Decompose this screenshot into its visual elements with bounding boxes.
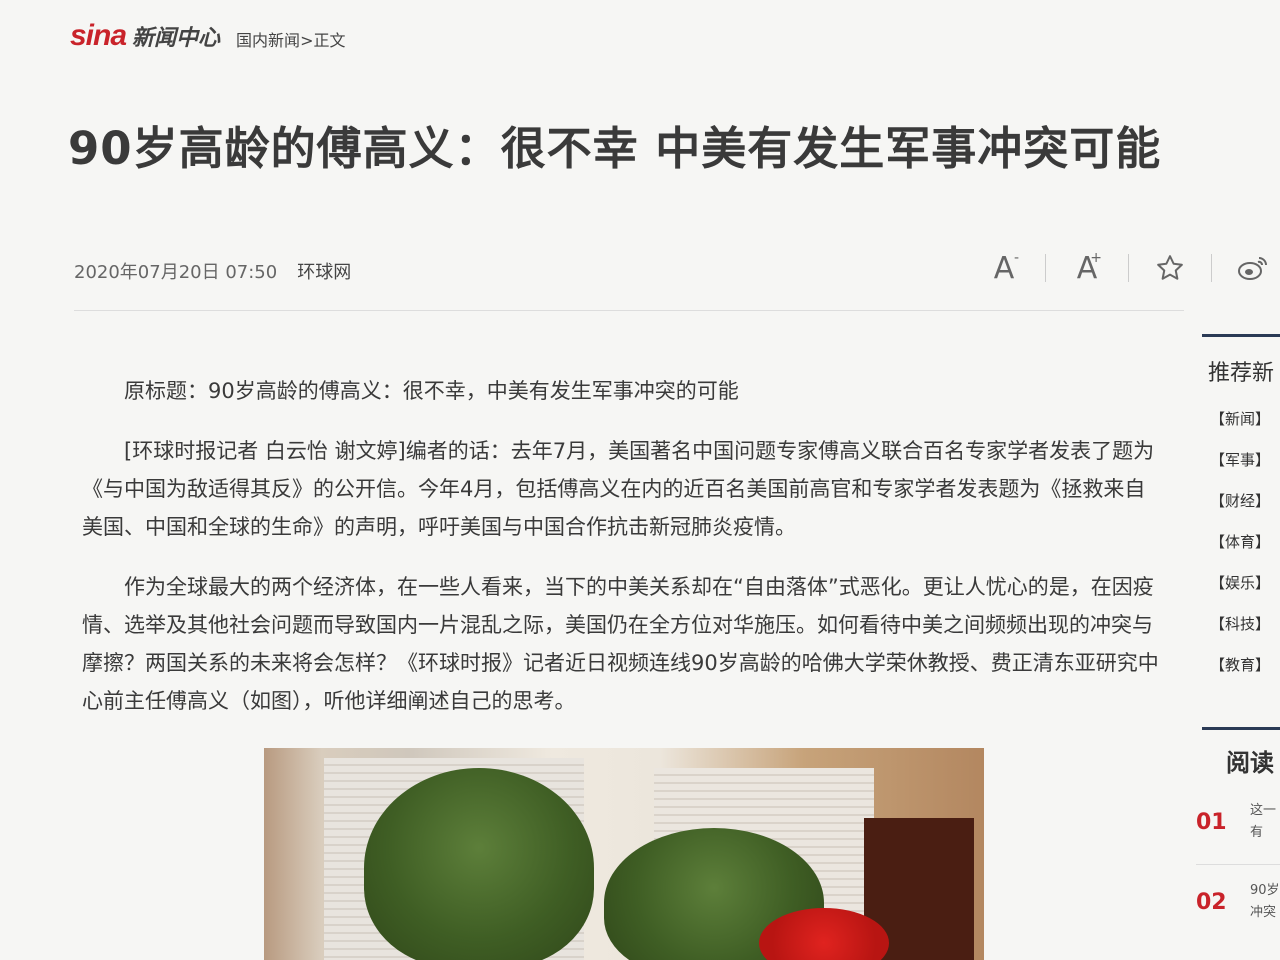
breadcrumb-separator: > [300,31,314,50]
article-body: 原标题：90岁高龄的傅高义：很不幸，中美有发生军事冲突的可能 [环球时报记者 白… [82,372,1162,742]
font-decrease-button[interactable]: A- [985,248,1023,288]
rank-item-line: 有 [1250,825,1264,840]
toolbar-divider [1128,254,1129,282]
rank-item-line: 这一 [1250,803,1277,818]
category-education[interactable]: 【教育】 [1210,645,1280,686]
category-tech[interactable]: 【科技】 [1210,604,1280,645]
toolbar-divider [1211,254,1212,282]
rank-item-line: 冲突 [1250,905,1277,920]
editor-note-paragraph: [环球时报记者 白云怡 谢文婷]编者的话：去年7月，美国著名中国问题专家傅高义联… [82,439,1155,539]
original-title-paragraph: 原标题：90岁高龄的傅高义：很不幸，中美有发生军事冲突的可能 [124,379,739,403]
category-military[interactable]: 【军事】 [1210,440,1280,481]
category-list: 【新闻】 【军事】 【财经】 【体育】 【娱乐】 【科技】 【教育】 [1202,399,1280,686]
reading-accent-line [1202,727,1280,730]
meta-divider [74,310,1184,311]
rank-number: 02 [1196,890,1227,915]
article-photo [264,748,984,960]
plant [364,768,594,960]
rank-item-text[interactable]: 90岁 冲突 [1250,880,1280,924]
weibo-share-button[interactable] [1234,248,1272,288]
category-sports[interactable]: 【体育】 [1210,522,1280,563]
reading-rank-title: 阅读 [1226,749,1274,777]
rank-item-text[interactable]: 这一 有 [1250,800,1280,844]
rank-divider [1196,864,1280,865]
category-finance[interactable]: 【财经】 [1210,481,1280,522]
minus-mark: - [1013,250,1019,266]
category-news[interactable]: 【新闻】 [1210,399,1280,440]
sina-logo-mark: sina [70,19,127,52]
rank-item-line: 90岁 [1250,883,1280,898]
star-icon [1157,255,1183,280]
weibo-icon [1238,257,1267,280]
recommend-sidebar: 推荐新 【新闻】 【军事】 【财经】 【体育】 【娱乐】 【科技】 【教育】 [1202,334,1280,686]
font-decrease-icon: A [993,250,1015,286]
toolbar-divider [1045,254,1046,282]
breadcrumb: 国内新闻>正文 [236,27,345,51]
recommend-title: 推荐新 [1208,361,1275,386]
sidebar-accent-line [1202,334,1280,337]
site-header: sina 新闻中心 国内新闻>正文 [70,14,345,58]
article-title: 90岁高龄的傅高义：很不幸 中美有发生军事冲突可能 [68,122,1162,175]
intro-paragraph: 作为全球最大的两个经济体，在一些人看来，当下的中美关系却在“自由落体”式恶化。更… [82,575,1159,713]
rank-number: 01 [1196,810,1227,835]
favorite-button[interactable] [1151,248,1189,288]
breadcrumb-domestic-news[interactable]: 国内新闻 [236,31,300,50]
plus-mark: + [1090,250,1102,266]
sina-logo[interactable]: sina 新闻中心 [70,19,220,53]
news-center-label: 新闻中心 [132,26,221,51]
article-source[interactable]: 环球网 [297,258,351,284]
category-entertainment[interactable]: 【娱乐】 [1210,563,1280,604]
article-meta: 2020年07月20日 07:50 环球网 [74,258,351,284]
article-toolbar: A- A + [985,248,1272,288]
font-increase-button[interactable]: A + [1068,248,1106,288]
publish-date: 2020年07月20日 07:50 [74,262,278,283]
breadcrumb-current: 正文 [313,31,346,50]
